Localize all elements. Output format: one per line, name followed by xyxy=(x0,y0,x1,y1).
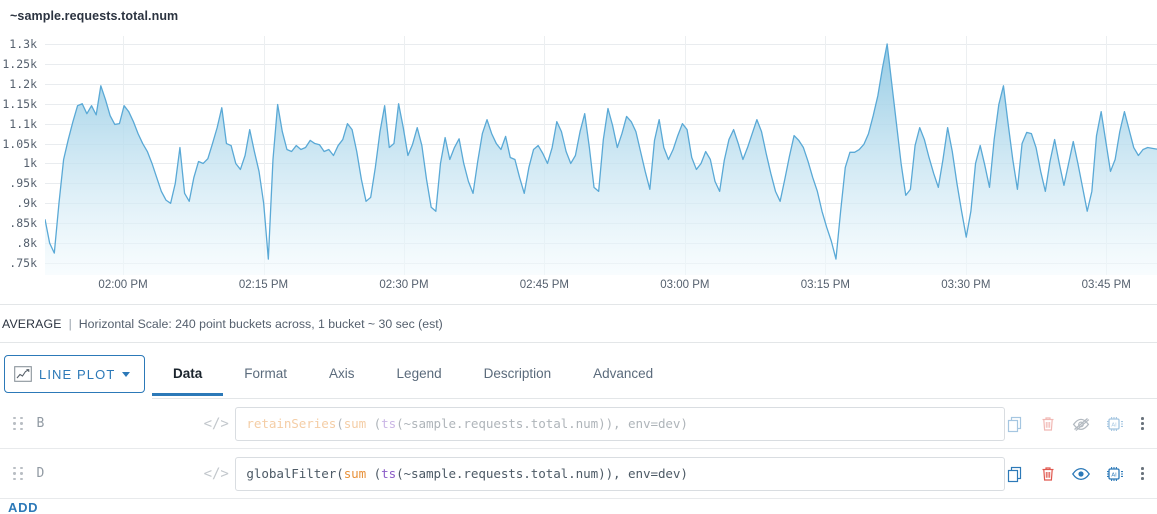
chart-title: ~sample.requests.total.num xyxy=(10,9,179,23)
chart-plot-area[interactable] xyxy=(45,36,1157,275)
x-axis-tick-label: 03:15 PM xyxy=(800,279,851,291)
chart-panel: ~sample.requests.total.num 1.3k 1.25k 1.2k… xyxy=(0,0,1157,304)
query-token: retainSeries xyxy=(246,416,337,431)
y-axis-tick-label: 1.05k xyxy=(2,136,37,151)
kebab-menu-icon[interactable] xyxy=(1137,417,1148,430)
editor-tabbar: LINE PLOT Data Format Axis Legend Descriptio… xyxy=(0,352,1157,400)
query-token: sum xyxy=(343,416,367,431)
query-token: ( xyxy=(336,466,344,481)
query-token: sum xyxy=(343,466,367,481)
ai-chip-icon[interactable]: AI xyxy=(1104,464,1124,484)
query-token: ( xyxy=(336,416,344,431)
footer-separator: | xyxy=(68,316,72,331)
query-letter: D xyxy=(36,466,45,481)
tab-format[interactable]: Format xyxy=(223,352,308,396)
drag-handle-icon[interactable] xyxy=(6,416,30,431)
tab-list: Data Format Axis Legend Description Advanced xyxy=(152,352,674,400)
add-query-button[interactable]: ADD xyxy=(8,500,38,514)
trash-icon[interactable] xyxy=(1038,414,1058,434)
eye-icon[interactable] xyxy=(1071,464,1091,484)
x-axis-tick-label: 03:45 PM xyxy=(1081,279,1131,291)
query-token: (~sample.requests.total.num)), env=dev) xyxy=(396,466,688,481)
y-axis-tick-label: .9k xyxy=(16,196,37,211)
svg-text:AI: AI xyxy=(1112,472,1118,478)
plot-type-dropdown[interactable]: LINE PLOT xyxy=(4,355,145,393)
clone-icon[interactable] xyxy=(1005,464,1025,484)
y-axis: 1.3k 1.25k 1.2k 1.15k 1.1k 1.05k 1k .95k .9k .85k… xyxy=(0,36,43,275)
tab-axis[interactable]: Axis xyxy=(308,352,376,396)
y-axis-tick-label: .75k xyxy=(9,256,37,271)
y-axis-tick-label: .95k xyxy=(9,176,37,191)
clone-icon[interactable] xyxy=(1005,414,1025,434)
x-axis-tick-label: 02:45 PM xyxy=(519,279,570,291)
y-axis-tick-label: .8k xyxy=(16,236,37,251)
query-row-actions: AI xyxy=(1005,414,1157,434)
trash-icon[interactable] xyxy=(1038,464,1058,484)
svg-text:AI: AI xyxy=(1112,422,1118,428)
query-token: ts xyxy=(381,416,397,431)
tab-data[interactable]: Data xyxy=(152,352,224,396)
query-token: ( xyxy=(366,416,382,431)
tab-advanced[interactable]: Advanced xyxy=(572,352,674,396)
code-view-icon[interactable]: </> xyxy=(197,466,235,482)
query-row: B </> retainSeries(sum (ts(~sample.request… xyxy=(0,399,1157,449)
drag-handle-icon[interactable] xyxy=(6,466,30,481)
chevron-down-icon xyxy=(122,371,131,377)
y-axis-tick-label: 1.2k xyxy=(9,76,37,91)
query-letter: B xyxy=(36,416,45,431)
ai-chip-icon[interactable]: AI xyxy=(1104,414,1124,434)
horizontal-scale-label: Horizontal Scale: 240 point buckets acro… xyxy=(78,316,443,331)
eye-off-icon[interactable] xyxy=(1071,414,1091,434)
query-token: globalFilter xyxy=(246,466,337,481)
query-token: ( xyxy=(366,466,382,481)
query-input[interactable]: retainSeries(sum (ts(~sample.requests.to… xyxy=(235,406,1006,441)
kebab-menu-icon[interactable] xyxy=(1137,467,1148,480)
line-chart-icon xyxy=(14,366,32,382)
x-axis-tick-label: 03:30 PM xyxy=(941,279,991,291)
x-axis-tick-label: 02:30 PM xyxy=(379,279,429,291)
y-axis-tick-label: 1.1k xyxy=(9,116,37,131)
query-token: (~sample.requests.total.num)), env=dev) xyxy=(396,416,688,431)
x-axis-tick-label: 02:00 PM xyxy=(98,279,148,291)
code-view-icon[interactable]: </> xyxy=(197,416,235,432)
y-axis-tick-label: 1k xyxy=(23,156,37,171)
query-token: ts xyxy=(381,466,397,481)
query-row: D </> globalFilter(sum (ts(~sample.request… xyxy=(0,449,1157,499)
aggregation-label: AVERAGE xyxy=(2,316,62,331)
chart-footer: AVERAGE | Horizontal Scale: 240 point bu… xyxy=(0,304,1157,343)
tab-legend[interactable]: Legend xyxy=(376,352,463,396)
series-area-chart xyxy=(45,43,1157,275)
y-axis-tick-label: 1.3k xyxy=(9,36,37,51)
y-axis-tick-label: .85k xyxy=(9,216,37,231)
x-axis-tick-label: 03:00 PM xyxy=(660,279,710,291)
y-axis-tick-label: 1.15k xyxy=(2,96,37,111)
query-row-actions: AI xyxy=(1005,464,1157,484)
y-axis-tick-label: 1.25k xyxy=(2,56,37,71)
x-axis-tick-label: 02:15 PM xyxy=(238,279,289,291)
query-input[interactable]: globalFilter(sum (ts(~sample.requests.to… xyxy=(235,456,1006,491)
x-axis: 02:00 PM 02:15 PM 02:30 PM 02:45 PM 03:00 PM… xyxy=(45,279,1157,299)
tab-description[interactable]: Description xyxy=(463,352,573,396)
plot-type-label: LINE PLOT xyxy=(39,366,116,382)
